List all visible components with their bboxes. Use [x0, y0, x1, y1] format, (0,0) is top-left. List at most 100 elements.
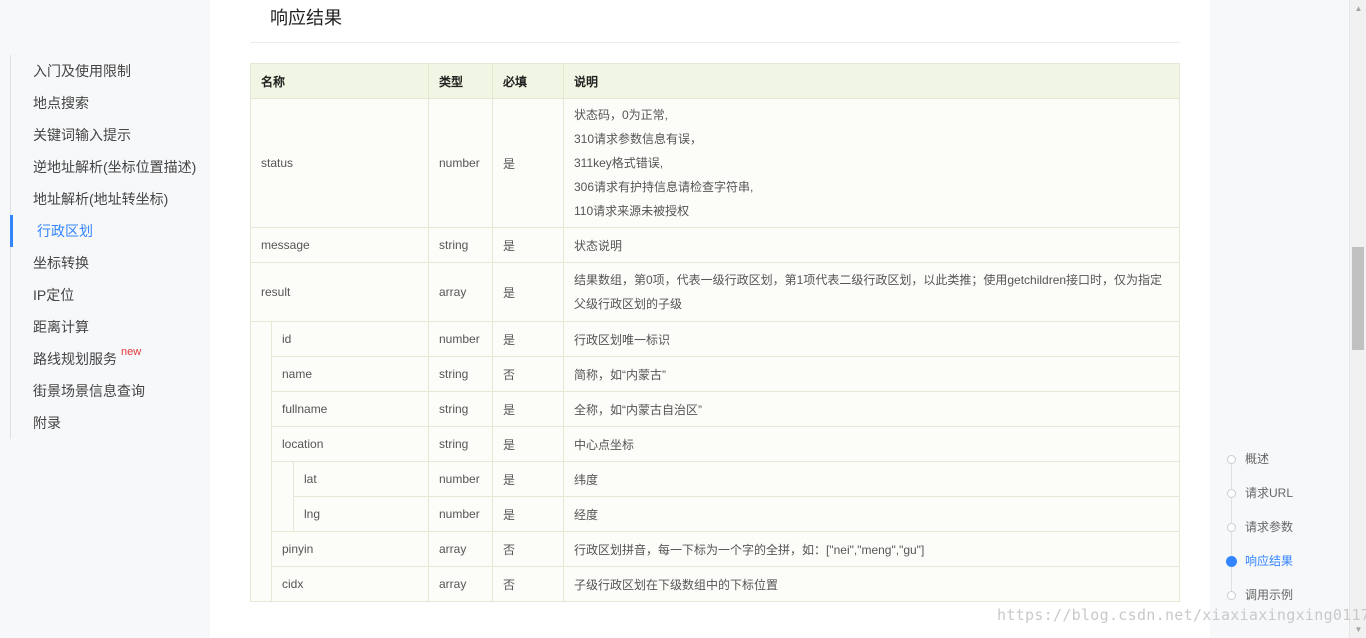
sidebar-item-label: 附录 [33, 415, 61, 431]
vertical-scrollbar[interactable]: ▲ ▼ [1349, 0, 1366, 638]
field-type: string [428, 391, 493, 427]
sidebar-item-reverse-geocode[interactable]: 逆地址解析(坐标位置描述) [11, 151, 210, 183]
table-row: cidx array 否 子级行政区划在下级数组中的下标位置 [251, 566, 1180, 602]
field-type: array [428, 566, 493, 602]
field-required: 是 [492, 496, 564, 532]
field-description: 结果数组，第0项，代表一级行政区划，第1项代表二级行政区划，以此类推；使用get… [563, 262, 1180, 322]
table-row: lng number 是 经度 [251, 496, 1180, 532]
toc-item-request-url[interactable]: 请求URL [1226, 476, 1346, 510]
section-title: 响应结果 [270, 8, 342, 28]
sidebar-item-streetview[interactable]: 街景场景信息查询 [11, 375, 210, 407]
page-toc: 概述 请求URL 请求参数 响应结果 调用示例 [1226, 442, 1346, 612]
sidebar-item-distance[interactable]: 距离计算 [11, 311, 210, 343]
field-name: location [271, 426, 429, 462]
field-required: 是 [492, 321, 564, 357]
field-name: cidx [271, 566, 429, 602]
column-header-name: 名称 [250, 63, 429, 99]
field-description: 行政区划拼音，每一下标为一个字的全拼，如：["nei","meng","gu"] [563, 531, 1180, 567]
field-description: 全称，如“内蒙古自治区” [563, 391, 1180, 427]
field-type: string [428, 356, 493, 392]
sidebar-item-place-search[interactable]: 地点搜索 [11, 87, 210, 119]
watermark: https://blog.csdn.net/xiaxiaxingxing0117 [997, 606, 1366, 624]
field-type: number [428, 321, 493, 357]
toc-item-response[interactable]: 响应结果 [1226, 544, 1346, 578]
toc-dot-icon [1226, 556, 1237, 567]
field-name: message [250, 227, 429, 263]
sidebar-item-intro[interactable]: 入门及使用限制 [11, 55, 210, 87]
field-description: 状态码，0为正常, 310请求参数信息有误， 311key格式错误, 306请求… [563, 98, 1180, 228]
field-description: 行政区划唯一标识 [563, 321, 1180, 357]
field-name: name [271, 356, 429, 392]
new-badge: new [121, 346, 142, 358]
field-required: 否 [492, 531, 564, 567]
sidebar-item-label: 地址解析(地址转坐标) [33, 191, 169, 207]
scroll-up-arrow-icon[interactable]: ▲ [1350, 0, 1366, 17]
right-rail: 概述 请求URL 请求参数 响应结果 调用示例 [1210, 0, 1350, 638]
sidebar-item-appendix[interactable]: 附录 [11, 407, 210, 439]
toc-item-label: 请求URL [1245, 486, 1294, 500]
column-header-required: 必填 [492, 63, 564, 99]
nest-indent [250, 321, 272, 602]
field-required: 是 [492, 262, 564, 322]
left-sidebar: 入门及使用限制 地点搜索 关键词输入提示 逆地址解析(坐标位置描述) 地址解析(… [0, 0, 210, 638]
sidebar-item-keyword-suggest[interactable]: 关键词输入提示 [11, 119, 210, 151]
field-required: 是 [492, 227, 564, 263]
description-line: 状态码，0为正常, [574, 108, 669, 122]
field-name: fullname [271, 391, 429, 427]
field-type: string [428, 227, 493, 263]
toc-item-label: 请求参数 [1245, 520, 1294, 534]
sidebar-item-route-planning[interactable]: 路线规划服务 new [11, 343, 210, 375]
field-required: 否 [492, 566, 564, 602]
table-row: status number 是 状态码，0为正常, 310请求参数信息有误， 3… [250, 98, 1180, 228]
field-required: 是 [492, 461, 564, 497]
table-row: lat number 是 纬度 [251, 461, 1180, 532]
toc-item-label: 响应结果 [1245, 554, 1294, 568]
field-name: lat [293, 461, 429, 497]
table-header-row: 名称 类型 必填 说明 [250, 63, 1180, 99]
toc-item-overview[interactable]: 概述 [1226, 442, 1346, 476]
sidebar-nav: 入门及使用限制 地点搜索 关键词输入提示 逆地址解析(坐标位置描述) 地址解析(… [10, 55, 210, 439]
field-type: number [428, 461, 493, 497]
sidebar-item-label: 路线规划服务 [33, 351, 117, 367]
description-line: 310请求参数信息有误， [574, 132, 703, 146]
scrollbar-thumb[interactable] [1352, 247, 1364, 350]
sidebar-item-label: IP定位 [33, 287, 75, 303]
table-row: result array 是 结果数组，第0项，代表一级行政区划，第1项代表二级… [250, 262, 1180, 322]
toc-dot-icon [1227, 523, 1236, 532]
toc-item-label: 概述 [1245, 452, 1270, 466]
sidebar-item-district[interactable]: 行政区划 [10, 215, 210, 247]
field-name: result [250, 262, 429, 322]
field-name: id [271, 321, 429, 357]
description-line: 110请求来源未被授权 [574, 204, 690, 218]
field-type: number [428, 496, 493, 532]
field-name: status [250, 98, 429, 228]
field-description: 中心点坐标 [563, 426, 1180, 462]
field-required: 是 [492, 426, 564, 462]
sidebar-item-geocode[interactable]: 地址解析(地址转坐标) [11, 183, 210, 215]
sidebar-item-label: 距离计算 [33, 319, 89, 335]
title-divider [250, 42, 1180, 43]
main-content: 响应结果 名称 类型 必填 说明 status number 是 状态码，0为正… [210, 0, 1210, 638]
column-header-type: 类型 [428, 63, 493, 99]
sidebar-item-label: 街景场景信息查询 [33, 383, 145, 399]
column-header-description: 说明 [563, 63, 1180, 99]
field-type: string [428, 426, 493, 462]
table-row: location string 是 中心点坐标 [251, 426, 1180, 462]
field-description: 经度 [563, 496, 1180, 532]
sidebar-item-ip-location[interactable]: IP定位 [11, 279, 210, 311]
sidebar-item-coord-convert[interactable]: 坐标转换 [11, 247, 210, 279]
toc-item-label: 调用示例 [1245, 588, 1294, 602]
field-required: 是 [492, 98, 564, 228]
description-line: 311key格式错误, [574, 156, 664, 170]
sidebar-item-label: 逆地址解析(坐标位置描述) [33, 159, 197, 175]
field-type: array [428, 531, 493, 567]
toc-dot-icon [1227, 591, 1236, 600]
sidebar-item-label: 坐标转换 [33, 255, 89, 271]
field-type: array [428, 262, 493, 322]
sidebar-item-label: 地点搜索 [33, 95, 89, 111]
table-row: fullname string 是 全称，如“内蒙古自治区” [251, 391, 1180, 427]
toc-dot-icon [1227, 455, 1236, 464]
toc-item-request-params[interactable]: 请求参数 [1226, 510, 1346, 544]
sidebar-item-label: 关键词输入提示 [33, 127, 131, 143]
nest-indent [271, 461, 294, 532]
